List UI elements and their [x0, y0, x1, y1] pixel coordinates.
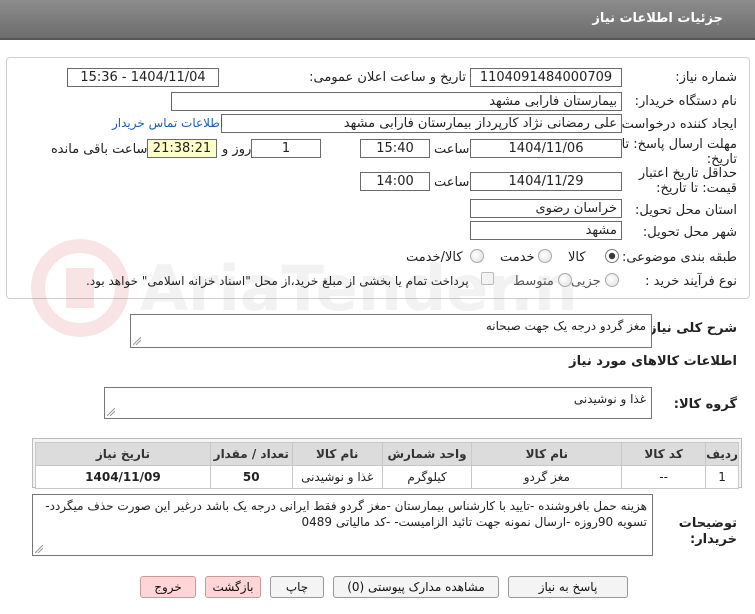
buyer-notes-label: توضیحات: [678, 516, 737, 531]
price-validity-time: 14:00: [360, 172, 430, 191]
cell-item-code: --: [621, 465, 707, 489]
purchase-type-label: نوع فرآیند خرید :: [645, 274, 737, 289]
cell-need-date: 1404/11/09: [35, 465, 211, 489]
back-button[interactable]: بازگشت: [205, 576, 261, 598]
goods-info-title: اطلاعات کالاهای مورد نیاز: [569, 354, 737, 369]
purchase-type-radio-medium[interactable]: [558, 273, 572, 287]
items-table-container: ردیف کد کالا نام کالا واحد شمارش نام کال…: [32, 438, 742, 489]
category-option-service: خدمت: [500, 250, 535, 265]
reply-deadline-label-2: تاریخ:: [706, 152, 737, 167]
category-radio-goods[interactable]: [605, 249, 619, 263]
price-validity-time-label: ساعت: [434, 175, 470, 190]
buyer-org-value: بیمارستان فارابی مشهد: [171, 92, 622, 111]
reply-deadline-label: مهلت ارسال پاسخ: تا: [621, 137, 737, 152]
col-header-group-name: نام کالا: [291, 442, 383, 466]
items-table-header: ردیف کد کالا نام کالا واحد شمارش نام کال…: [35, 442, 739, 466]
col-header-unit: واحد شمارش: [381, 442, 473, 466]
col-header-row-number: ردیف: [705, 442, 739, 466]
description-text: مغز گردو درجه یک جهت صبحانه: [485, 319, 646, 333]
page-title: جزئیات اطلاعات نیاز: [592, 11, 723, 26]
category-option-goods: کالا: [568, 250, 586, 265]
city-value: مشهد: [470, 221, 622, 240]
requester-label: ایجاد کننده درخواست:: [617, 117, 737, 132]
remaining-time-label: ساعت باقی مانده: [51, 142, 148, 157]
cell-group-name: غذا و نوشیدنی: [291, 465, 383, 489]
need-number-value: 1104091484000709: [470, 68, 622, 87]
requester-value: علی رمضانی نژاد کارپرداز بیمارستان فاراب…: [221, 114, 622, 133]
cell-quantity: 50: [209, 465, 293, 489]
col-header-need-date: تاریخ نیاز: [35, 442, 211, 466]
treasury-payment-note: پرداخت تمام یا بخشی از مبلغ خرید،از محل …: [86, 274, 469, 288]
resize-grip-icon: [133, 337, 141, 345]
purchase-type-option-medium: متوسط: [513, 274, 554, 289]
goods-group-label: گروه کالا:: [673, 397, 737, 412]
exit-button[interactable]: خروج: [140, 576, 196, 598]
price-validity-date: 1404/11/29: [470, 172, 622, 191]
reply-to-need-button[interactable]: پاسخ به نیاز: [508, 576, 628, 598]
province-value: خراسان رضوی: [470, 199, 622, 218]
goods-group-textarea: غذا و نوشیدنی: [104, 387, 652, 419]
treasury-payment-checkbox[interactable]: [481, 272, 494, 285]
announce-datetime-value: 1404/11/04 - 15:36: [67, 68, 219, 87]
need-number-label: شماره نیاز:: [675, 70, 737, 85]
reply-deadline-time: 15:40: [360, 139, 430, 158]
description-label: شرح کلی نیاز:: [643, 321, 737, 336]
col-header-item-code: کد کالا: [621, 442, 707, 466]
purchase-type-radio-minor[interactable]: [605, 273, 619, 287]
items-table: ردیف کد کالا نام کالا واحد شمارش نام کال…: [35, 442, 739, 489]
province-label: استان محل تحویل:: [635, 203, 737, 218]
cell-unit: کیلوگرم: [381, 465, 473, 489]
buyer-contact-link[interactable]: اطلاعات تماس خریدار: [112, 116, 223, 130]
resize-grip-icon: [35, 545, 43, 553]
price-validity-label-2: قیمت: تا تاریخ:: [656, 181, 737, 196]
category-radio-service[interactable]: [538, 249, 552, 263]
table-row: 1 -- مغز گردو کیلوگرم غذا و نوشیدنی 50 1…: [35, 465, 739, 489]
remaining-time-value: 21:38:21: [147, 139, 217, 158]
category-radio-goods-service[interactable]: [470, 249, 484, 263]
reply-days-label: روز و: [222, 142, 252, 157]
reply-deadline-time-label: ساعت: [434, 142, 470, 157]
category-option-goods-service: کالا/خدمت: [406, 250, 463, 265]
buyer-org-label: نام دستگاه خریدار:: [634, 94, 737, 109]
category-label: طبقه بندی موضوعی:: [621, 250, 737, 265]
goods-group-text: غذا و نوشیدنی: [573, 392, 646, 406]
resize-grip-icon: [107, 408, 115, 416]
col-header-quantity: تعداد / مقدار: [209, 442, 293, 466]
view-attachments-button[interactable]: مشاهده مدارک پیوستی (0): [333, 576, 499, 598]
cell-item-name: مغز گردو: [471, 465, 623, 489]
reply-deadline-date: 1404/11/06: [470, 139, 622, 158]
buyer-notes-text: هزینه حمل بافروشنده -تایید با کارشناس بی…: [45, 499, 647, 529]
announce-datetime-label: تاریخ و ساعت اعلان عمومی:: [309, 70, 466, 85]
cell-row-number: 1: [705, 465, 739, 489]
buyer-notes-textarea: هزینه حمل بافروشنده -تایید با کارشناس بی…: [32, 494, 653, 556]
city-label: شهر محل تحویل:: [642, 225, 737, 240]
col-header-item-name: نام کالا: [471, 442, 623, 466]
buyer-notes-label-2: خریدار:: [690, 532, 737, 547]
print-button[interactable]: چاپ: [270, 576, 324, 598]
description-textarea: مغز گردو درجه یک جهت صبحانه: [130, 314, 652, 348]
reply-days-value: 1: [251, 139, 321, 158]
price-validity-label: حداقل تاریخ اعتبار: [638, 166, 737, 181]
purchase-type-option-minor: جزیی: [571, 274, 601, 289]
